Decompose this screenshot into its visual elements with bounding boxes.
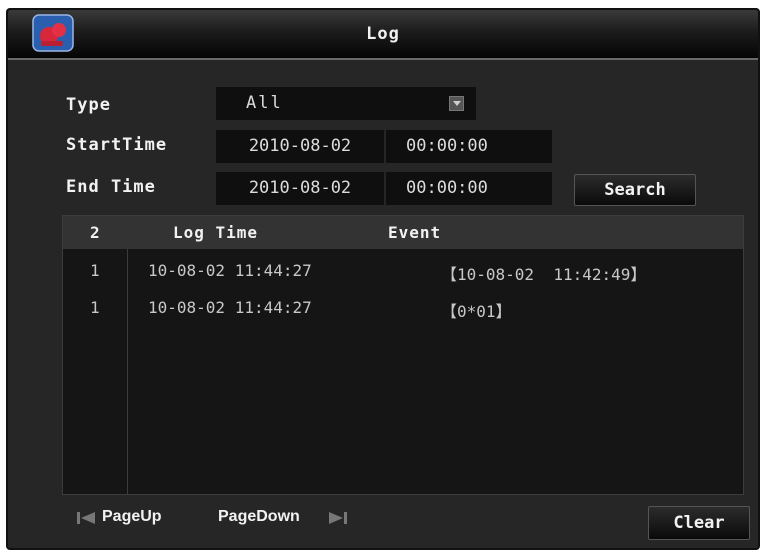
end-date-field[interactable]: 2010-08-02 — [216, 172, 384, 205]
column-divider — [127, 249, 128, 494]
row-index: 1 — [90, 298, 100, 317]
dropdown-arrow-icon[interactable] — [449, 96, 464, 111]
log-window: Log Type All StartTime 2010-08-02 00:00:… — [6, 8, 760, 550]
header-log-time: Log Time — [173, 223, 259, 242]
row-index: 1 — [90, 261, 100, 280]
row-log-time: 10-08-02 11:44:27 — [148, 298, 312, 317]
start-date-field[interactable]: 2010-08-02 — [216, 130, 384, 163]
page-up-arrow-icon[interactable] — [76, 510, 96, 526]
row-log-time: 10-08-02 11:44:27 — [148, 261, 312, 280]
page-down-arrow-icon[interactable] — [328, 510, 348, 526]
row-event: 【0*01】 — [441, 302, 512, 321]
end-time-label: End Time — [66, 177, 156, 197]
start-time-field[interactable]: 00:00:00 — [386, 130, 552, 163]
log-table: 2 Log Time Event 1 10-08-02 11:44:27 【10… — [62, 215, 744, 495]
row-event: 【10-08-02 11:42:49】 — [441, 265, 647, 284]
start-time-label: StartTime — [66, 135, 168, 155]
clear-button[interactable]: Clear — [648, 506, 750, 540]
page-down-button[interactable]: PageDown — [218, 508, 300, 526]
type-select-value: All — [246, 93, 283, 113]
header-count: 2 — [90, 223, 101, 242]
title-bar: Log — [8, 10, 758, 60]
type-select[interactable]: All — [216, 87, 476, 120]
header-event: Event — [388, 223, 442, 242]
type-label: Type — [66, 95, 111, 115]
page-up-button[interactable]: PageUp — [102, 508, 162, 526]
end-time-field[interactable]: 00:00:00 — [386, 172, 552, 205]
table-header: 2 Log Time Event — [63, 216, 743, 249]
window-title: Log — [366, 24, 400, 44]
search-button[interactable]: Search — [574, 174, 696, 206]
